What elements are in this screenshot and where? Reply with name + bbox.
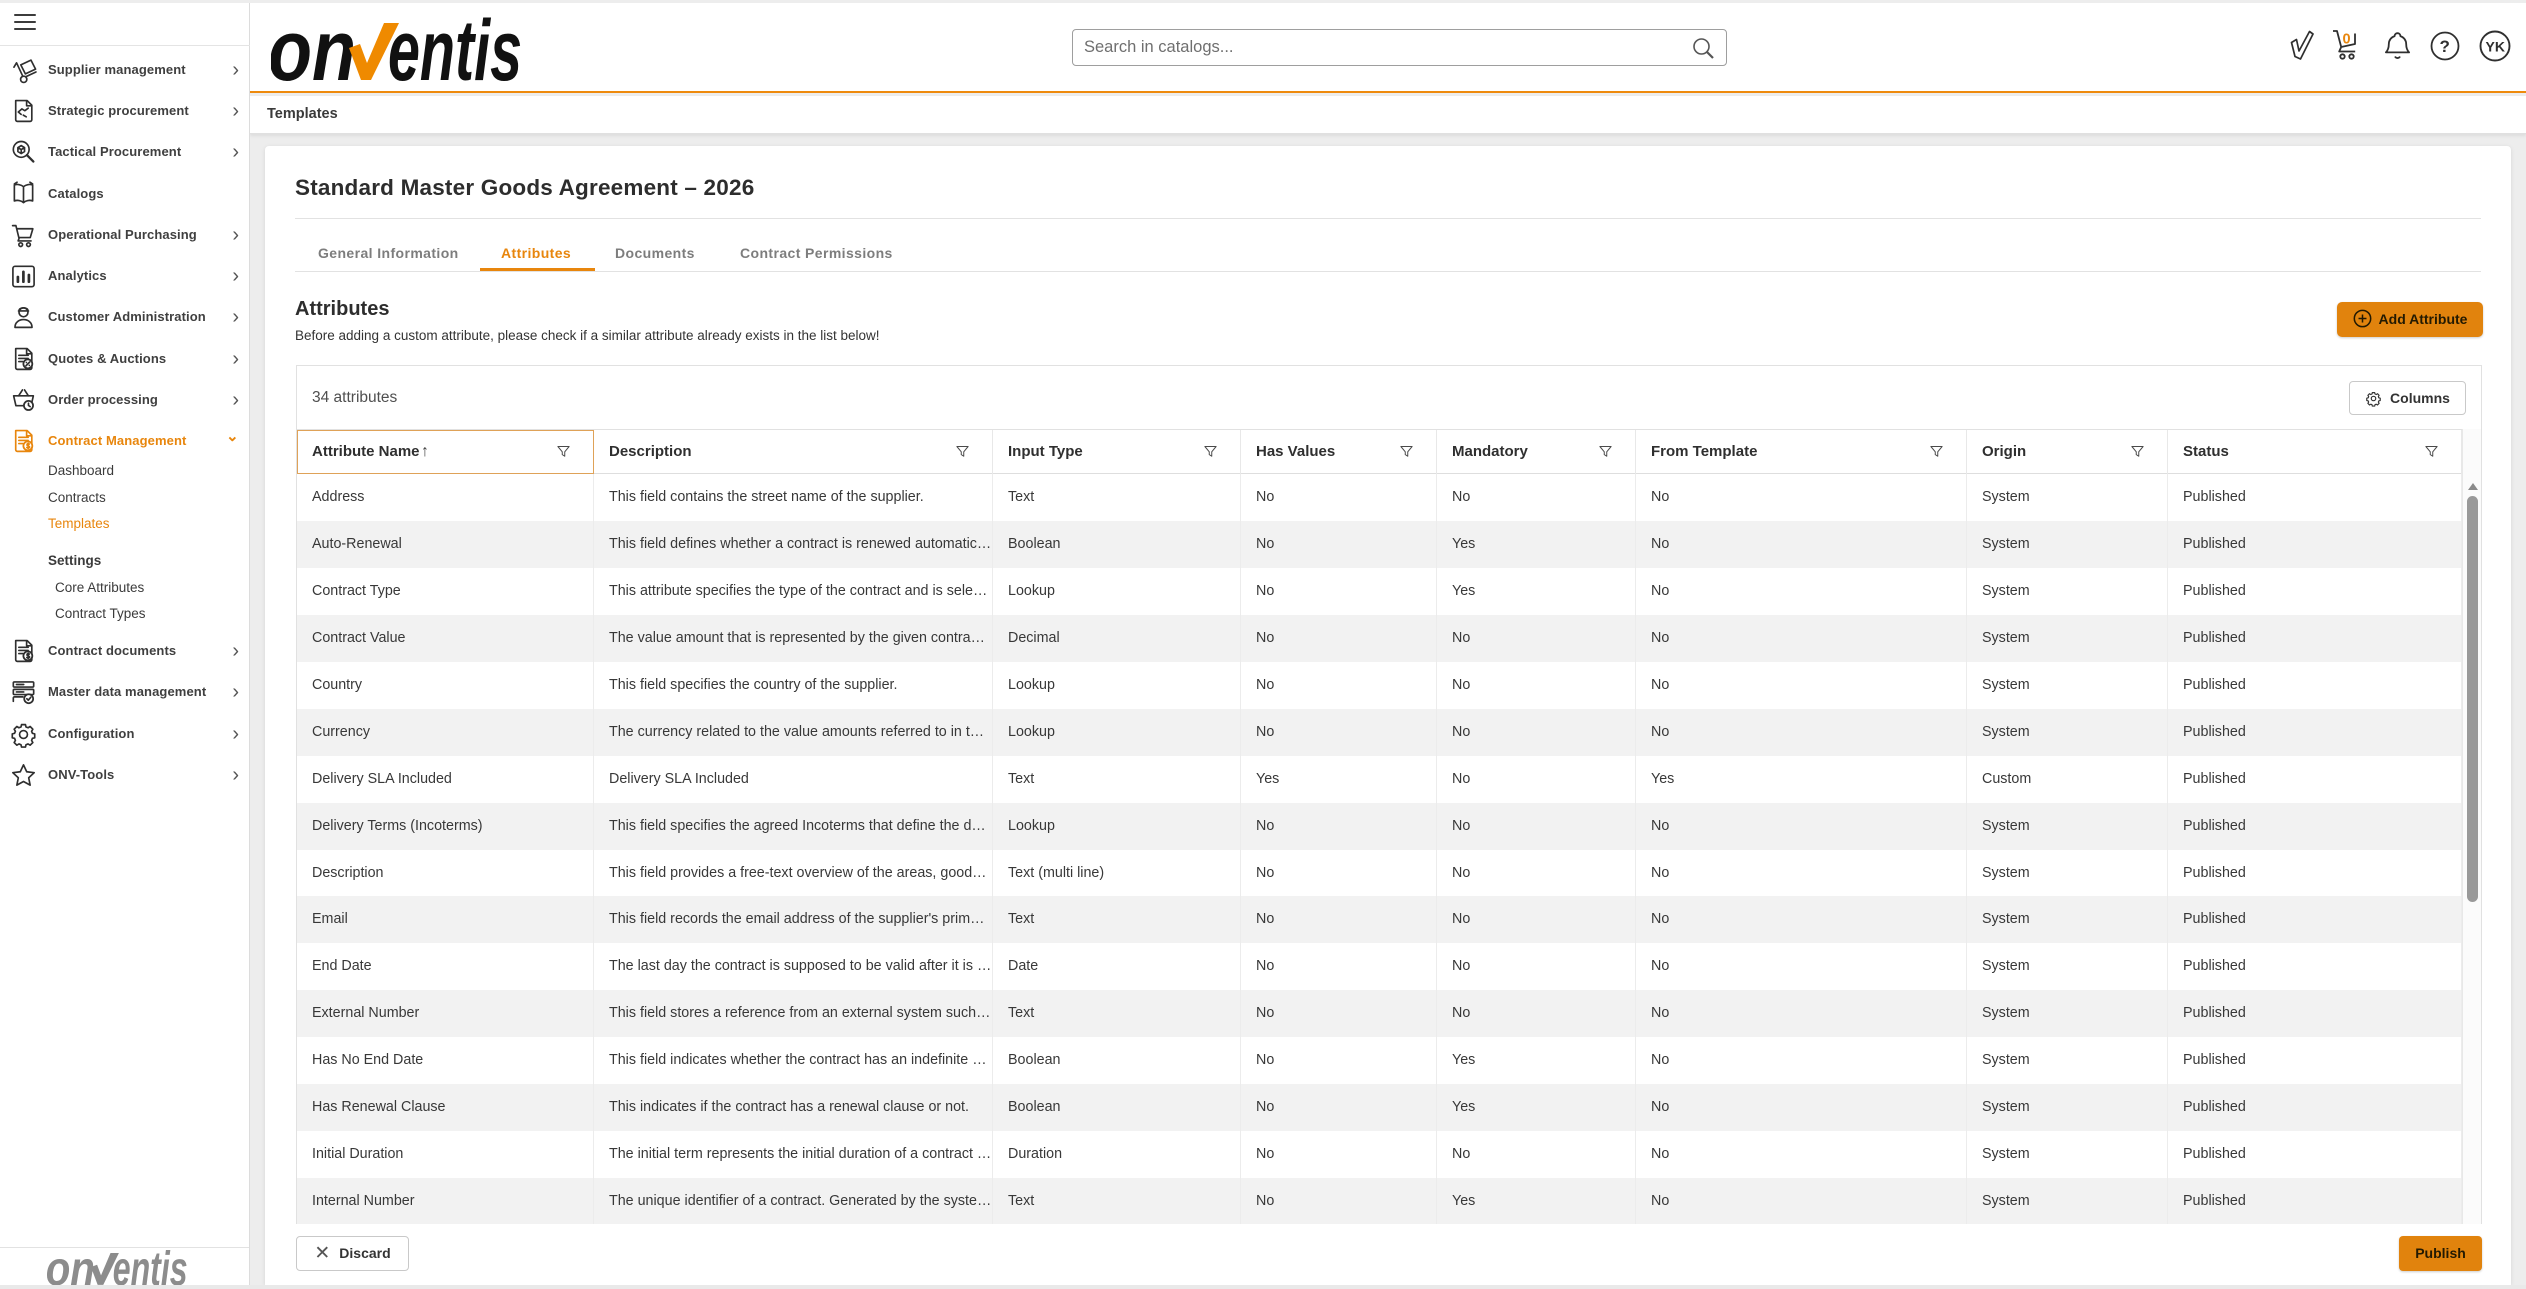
svg-text:?: ?: [2440, 37, 2450, 56]
svg-text:on: on: [47, 1248, 95, 1286]
svg-text:YK: YK: [2486, 39, 2505, 55]
svg-text:entis: entis: [113, 1248, 188, 1286]
svg-text:on: on: [271, 14, 356, 82]
svg-text:0: 0: [2343, 32, 2351, 48]
svg-text:entis: entis: [388, 14, 522, 82]
